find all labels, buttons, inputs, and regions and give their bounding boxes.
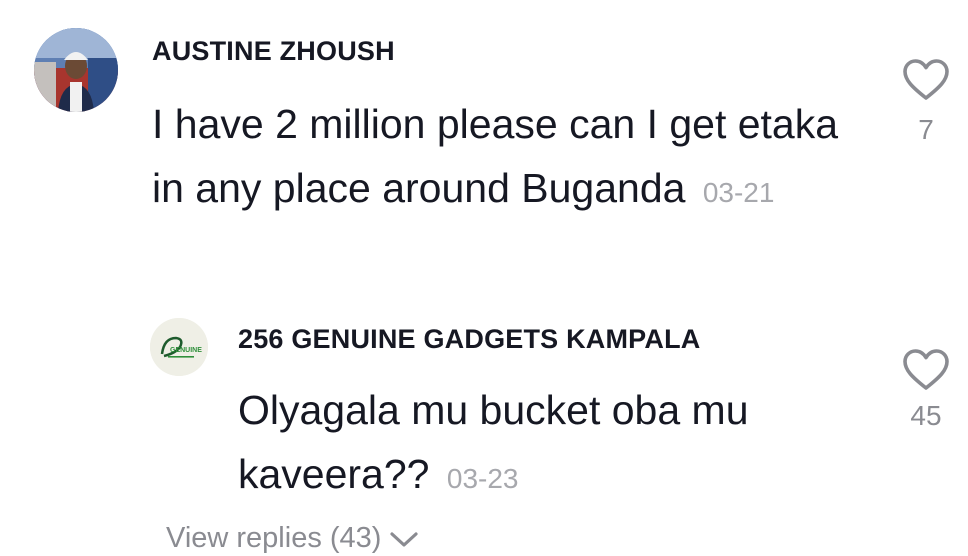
view-replies-button[interactable]: View replies (43) xyxy=(166,522,419,555)
reply-username[interactable]: 256 GENUINE GADGETS KAMPALA xyxy=(238,324,700,355)
reply-date: 03-23 xyxy=(446,463,519,494)
avatar[interactable]: GENUINE xyxy=(150,318,208,376)
like-count: 7 xyxy=(918,114,934,145)
chevron-down-icon xyxy=(390,531,419,547)
comment-body: I have 2 million please can I get etaka … xyxy=(152,92,842,225)
heart-outline-icon[interactable] xyxy=(900,346,952,394)
avatar-logo-text: GENUINE xyxy=(170,347,202,354)
view-replies-label: View replies (43) xyxy=(166,522,382,554)
comment-item: AUSTINE ZHOUSH I have 2 million please c… xyxy=(0,0,968,300)
reply-body: Olyagala mu bucket oba mu kaveera?? 03-2… xyxy=(238,378,878,511)
reply-item: GENUINE 256 GENUINE GADGETS KAMPALA Olya… xyxy=(0,300,968,520)
heart-outline-icon[interactable] xyxy=(900,56,952,104)
like-count: 45 xyxy=(910,400,942,431)
avatar-photo xyxy=(34,28,118,112)
avatar-logo: GENUINE xyxy=(150,318,208,376)
avatar[interactable] xyxy=(34,28,118,112)
comment-date: 03-21 xyxy=(702,177,775,208)
reply-like-area: 45 xyxy=(900,346,952,446)
comment-username[interactable]: AUSTINE ZHOUSH xyxy=(152,36,395,67)
